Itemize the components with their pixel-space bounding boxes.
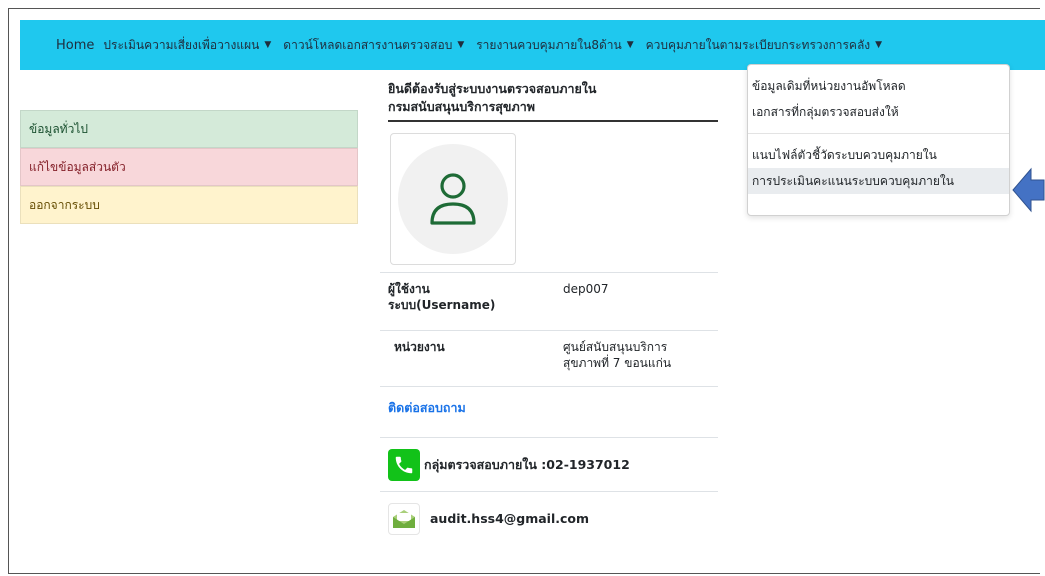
table-row: ผู้ใช้งาน ระบบ(Username) dep007 <box>380 272 718 330</box>
nav-download-docs[interactable]: ดาวน์โหลดเอกสารงานตรวจสอบ ▼ <box>283 36 464 55</box>
table-divider <box>380 386 718 387</box>
username-value: dep007 <box>563 282 609 296</box>
welcome-heading: ยินดีต้องรับสู่ระบบงานตรวจสอบภายใน กรมสน… <box>388 80 718 122</box>
phone-contact-row: กลุ่มตรวจสอบภายใน :02-1937012 <box>380 437 718 491</box>
sidebar: ข้อมูลทั่วไป แก้ไขข้อมูลส่วนตัว ออกจากระ… <box>20 110 358 224</box>
avatar <box>390 133 516 265</box>
mail-icon <box>388 502 420 535</box>
unit-label: หน่วยงาน <box>394 340 445 354</box>
dropdown-item-attach-indicator[interactable]: แนบไฟล์ตัวชี้วัดระบบควบคุมภายใน <box>748 142 1009 168</box>
dropdown-item-uploaded-data[interactable]: ข้อมูลเดิมที่หน่วยงานอัพโหลด <box>748 73 1009 99</box>
nav-internal-control-report[interactable]: รายงานควบคุมภายใน8ด้าน ▼ <box>476 36 633 55</box>
caret-down-icon: ▼ <box>264 40 272 50</box>
unit-value: ศูนย์สนับสนุนบริการ สุขภาพที่ 7 ขอนแก่น <box>555 331 718 386</box>
user-icon <box>430 173 476 225</box>
dropdown-menu: ข้อมูลเดิมที่หน่วยงานอัพโหลด เอกสารที่กล… <box>747 64 1010 216</box>
phone-icon <box>388 448 420 481</box>
arrow-left-icon <box>1012 167 1045 213</box>
top-navbar: Home ประเมินความเสี่ยงเพื่อวางแผน ▼ ดาวน… <box>20 20 1045 70</box>
nav-risk-assessment[interactable]: ประเมินความเสี่ยงเพื่อวางแผน ▼ <box>103 36 271 55</box>
caret-down-icon: ▼ <box>626 40 634 50</box>
nav-home[interactable]: Home <box>56 38 94 53</box>
unit-value-line-1: ศูนย์สนับสนุนบริการ <box>563 340 668 354</box>
username-label: ผู้ใช้งาน ระบบ(Username) <box>380 273 555 330</box>
caret-down-icon: ▼ <box>875 40 883 50</box>
phone-contact-text: กลุ่มตรวจสอบภายใน :02-1937012 <box>424 456 630 472</box>
username-label-line-1: ผู้ใช้งาน <box>388 282 430 296</box>
sidebar-item-general-info[interactable]: ข้อมูลทั่วไป <box>20 110 358 148</box>
user-info-table: ผู้ใช้งาน ระบบ(Username) dep007 หน่วยงาน… <box>380 272 718 387</box>
welcome-line-2: กรมสนับสนุนบริการสุขภาพ <box>388 99 535 114</box>
welcome-line-1: ยินดีต้องรับสู่ระบบงานตรวจสอบภายใน <box>388 81 597 96</box>
email-contact-text: audit.hss4@gmail.com <box>430 511 590 526</box>
dropdown-divider <box>748 133 1009 134</box>
email-contact-row: audit.hss4@gmail.com <box>380 491 718 545</box>
username-label-line-2: ระบบ(Username) <box>388 298 496 312</box>
table-row: หน่วยงาน ศูนย์สนับสนุนบริการ สุขภาพที่ 7… <box>380 330 718 386</box>
page-title: ยินดีต้องรับสู่ระบบงานตรวจสอบภายใน กรมสน… <box>388 80 718 122</box>
caret-down-icon: ▼ <box>457 40 465 50</box>
nav-finance-regulation-control[interactable]: ควบคุมภายในตามระเบียบกระทรวงการคลัง ▼ <box>646 36 882 55</box>
unit-value-line-2: สุขภาพที่ 7 ขอนแก่น <box>563 356 672 370</box>
nav-internal-control-report-label: รายงานควบคุมภายใน8ด้าน <box>476 37 622 52</box>
nav-download-docs-label: ดาวน์โหลดเอกสารงานตรวจสอบ <box>283 37 453 52</box>
nav-finance-regulation-control-label: ควบคุมภายในตามระเบียบกระทรวงการคลัง <box>645 37 871 52</box>
dropdown-item-control-assessment[interactable]: การประเมินคะแนนระบบควบคุมภายใน <box>748 168 1009 194</box>
contact-link[interactable]: ติดต่อสอบถาม <box>388 398 466 418</box>
nav-risk-assessment-label: ประเมินความเสี่ยงเพื่อวางแผน <box>103 37 260 52</box>
sidebar-item-logout[interactable]: ออกจากระบบ <box>20 186 358 224</box>
dropdown-item-docs-from-audit[interactable]: เอกสารที่กลุ่มตรวจสอบส่งให้ <box>748 99 1009 125</box>
sidebar-item-edit-profile[interactable]: แก้ไขข้อมูลส่วนตัว <box>20 148 358 186</box>
avatar-circle <box>398 144 508 254</box>
